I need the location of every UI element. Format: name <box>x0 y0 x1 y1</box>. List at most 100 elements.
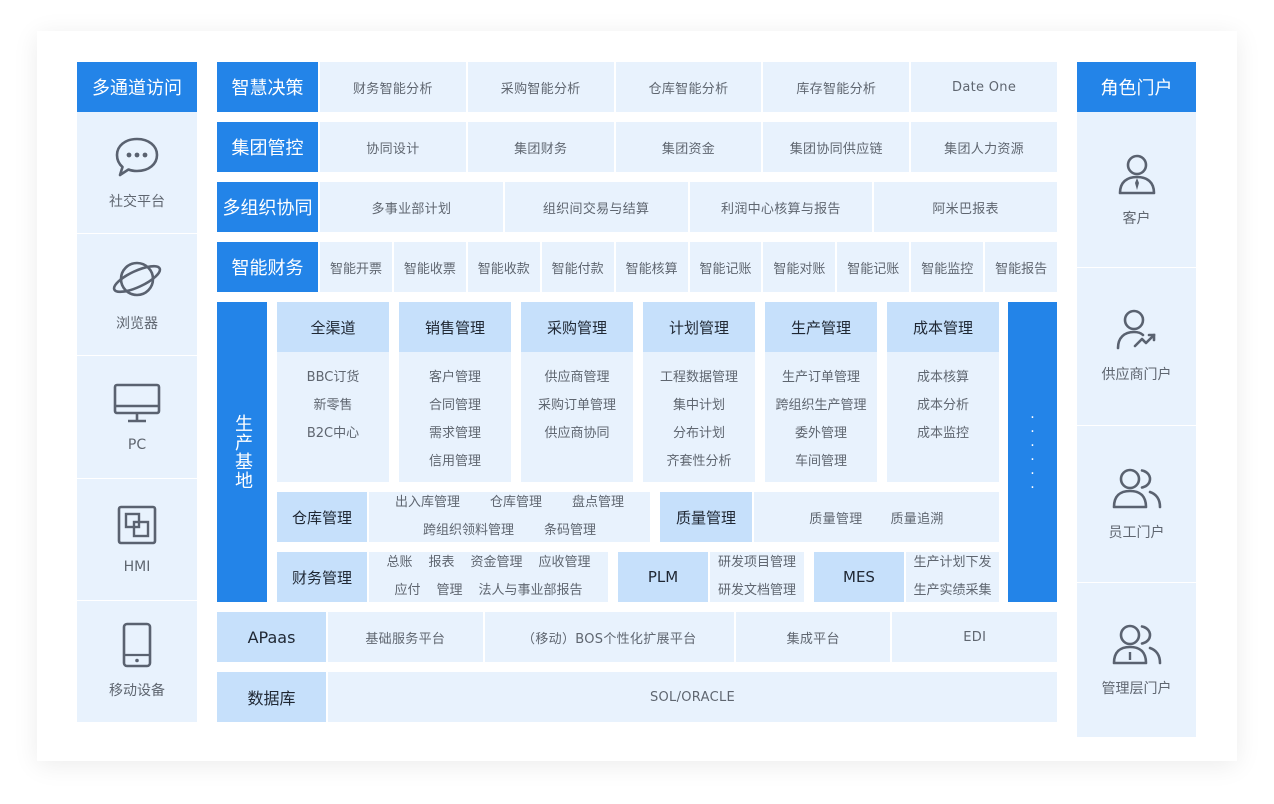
module-item[interactable]: 供应商协同 <box>544 420 609 448</box>
group-item[interactable]: 协同设计 <box>320 122 466 172</box>
decision-item[interactable]: 财务智能分析 <box>320 62 466 112</box>
finance-item[interactable]: 智能监控 <box>911 242 984 292</box>
channel-label: 移动设备 <box>109 683 165 700</box>
module-item[interactable]: BBC订货 <box>307 364 360 392</box>
module-item[interactable]: 成本核算 <box>917 364 969 392</box>
module-item[interactable]: 新零售 <box>313 392 352 420</box>
mes-item[interactable]: 生产实绩采集 <box>913 577 991 605</box>
portal-label: 供应商门户 <box>1101 367 1172 384</box>
module-item[interactable]: B2C中心 <box>307 420 359 448</box>
group-item[interactable]: 集团人力资源 <box>911 122 1057 172</box>
module-title-cost[interactable]: 成本管理 <box>887 302 999 352</box>
mes-title[interactable]: MES <box>814 552 904 602</box>
group-item[interactable]: 集团财务 <box>467 122 614 172</box>
portal-employee[interactable]: 员工门户 <box>1077 426 1196 583</box>
module-item[interactable]: 分布计划 <box>673 420 725 448</box>
warehouse-item[interactable]: 仓库管理 <box>490 489 542 517</box>
apaas-item[interactable]: （移动）BOS个性化扩展平台 <box>484 612 734 662</box>
fin-title[interactable]: 财务管理 <box>277 552 367 602</box>
channel-pc[interactable]: PC <box>77 356 197 479</box>
warehouse-item[interactable]: 盘点管理 <box>572 489 624 517</box>
module-item[interactable]: 委外管理 <box>795 420 847 448</box>
finance-item[interactable]: 智能对账 <box>763 242 836 292</box>
warehouse-item[interactable]: 条码管理 <box>544 517 596 545</box>
module-title-production[interactable]: 生产管理 <box>765 302 877 352</box>
decision-item[interactable]: Date One <box>911 62 1057 112</box>
quality-items: 质量管理 质量追溯 <box>754 492 999 542</box>
multiorg-item[interactable]: 多事业部计划 <box>320 182 503 232</box>
fin-item[interactable]: 应收管理 <box>539 549 591 577</box>
module-title-purchasing[interactable]: 采购管理 <box>521 302 633 352</box>
channel-social[interactable]: 社交平台 <box>77 112 197 235</box>
fin-item[interactable]: 总账 <box>386 549 412 577</box>
module-item[interactable]: 成本监控 <box>917 420 969 448</box>
finance-item[interactable]: 智能收票 <box>393 242 466 292</box>
finance-item[interactable]: 智能报告 <box>985 242 1058 292</box>
quality-item[interactable]: 质量管理 <box>809 508 862 527</box>
apaas-item[interactable]: 集成平台 <box>735 612 891 662</box>
module-item[interactable]: 生产订单管理 <box>782 364 860 392</box>
mes-items: 生产计划下发 生产实绩采集 <box>906 552 999 602</box>
decision-item[interactable]: 仓库智能分析 <box>615 62 762 112</box>
module-title-planning[interactable]: 计划管理 <box>643 302 755 352</box>
chat-bubble-icon <box>115 137 159 176</box>
warehouse-item[interactable]: 跨组织领料管理 <box>423 517 514 545</box>
apaas-item[interactable]: 基础服务平台 <box>328 612 483 662</box>
module-item[interactable]: 信用管理 <box>429 448 481 476</box>
warehouse-item[interactable]: 出入库管理 <box>395 489 460 517</box>
module-item[interactable]: 车间管理 <box>795 448 847 476</box>
db-value[interactable]: SOL/ORACLE <box>328 672 1057 722</box>
module-item[interactable]: 采购订单管理 <box>538 392 616 420</box>
mes-item[interactable]: 生产计划下发 <box>913 549 991 577</box>
fin-item[interactable]: 法人与事业部报告 <box>479 577 583 605</box>
portal-management[interactable]: 管理层门户 <box>1077 583 1196 737</box>
quality-title[interactable]: 质量管理 <box>660 492 752 542</box>
multiorg-item[interactable]: 阿米巴报表 <box>874 182 1057 232</box>
module-body-omnichannel: BBC订货 新零售 B2C中心 <box>277 352 389 482</box>
db-title: 数据库 <box>217 672 326 722</box>
decision-item[interactable]: 库存智能分析 <box>763 62 910 112</box>
finance-item[interactable]: 智能收款 <box>467 242 540 292</box>
finance-item[interactable]: 智能记账 <box>689 242 762 292</box>
apaas-item[interactable]: EDI <box>892 612 1058 662</box>
module-item[interactable]: 成本分析 <box>917 392 969 420</box>
module-title-omnichannel[interactable]: 全渠道 <box>277 302 389 352</box>
module-body-cost: 成本核算 成本分析 成本监控 <box>887 352 999 482</box>
finance-item[interactable]: 智能付款 <box>541 242 614 292</box>
module-item[interactable]: 合同管理 <box>429 392 481 420</box>
customer-icon <box>1118 154 1155 194</box>
module-body-production: 生产订单管理 跨组织生产管理 委外管理 车间管理 <box>765 352 877 482</box>
channel-mobile[interactable]: 移动设备 <box>77 601 197 722</box>
finance-item[interactable]: 智能开票 <box>320 242 392 292</box>
plm-title[interactable]: PLM <box>618 552 708 602</box>
production-more[interactable]: ······ <box>1008 302 1057 602</box>
group-item[interactable]: 集团协同供应链 <box>763 122 910 172</box>
channel-hmi[interactable]: HMI <box>77 479 197 601</box>
portal-supplier[interactable]: 供应商门户 <box>1077 268 1196 426</box>
portal-customer[interactable]: 客户 <box>1077 112 1196 269</box>
module-item[interactable]: 客户管理 <box>429 364 481 392</box>
fin-item[interactable]: 资金管理 <box>471 549 523 577</box>
group-item[interactable]: 集团资金 <box>615 122 762 172</box>
production-title-text: 生产基地 <box>232 414 253 490</box>
module-item[interactable]: 齐套性分析 <box>666 448 731 476</box>
warehouse-title[interactable]: 仓库管理 <box>277 492 367 542</box>
plm-item[interactable]: 研发项目管理 <box>718 549 796 577</box>
plm-item[interactable]: 研发文档管理 <box>718 577 796 605</box>
quality-item[interactable]: 质量追溯 <box>891 508 944 527</box>
module-item[interactable]: 供应商管理 <box>544 364 609 392</box>
finance-item[interactable]: 智能核算 <box>615 242 688 292</box>
channel-browser[interactable]: 浏览器 <box>77 234 197 357</box>
multiorg-item[interactable]: 利润中心核算与报告 <box>689 182 873 232</box>
module-title-sales[interactable]: 销售管理 <box>399 302 511 352</box>
module-item[interactable]: 集中计划 <box>673 392 725 420</box>
fin-item[interactable]: 报表 <box>428 549 454 577</box>
multiorg-item[interactable]: 组织间交易与结算 <box>504 182 688 232</box>
decision-item[interactable]: 采购智能分析 <box>467 62 614 112</box>
fin-item[interactable]: 管理 <box>436 577 462 605</box>
module-item[interactable]: 工程数据管理 <box>660 364 738 392</box>
finance-item[interactable]: 智能记账 <box>837 242 910 292</box>
module-item[interactable]: 跨组织生产管理 <box>775 392 866 420</box>
fin-item[interactable]: 应付 <box>394 577 420 605</box>
module-item[interactable]: 需求管理 <box>429 420 481 448</box>
